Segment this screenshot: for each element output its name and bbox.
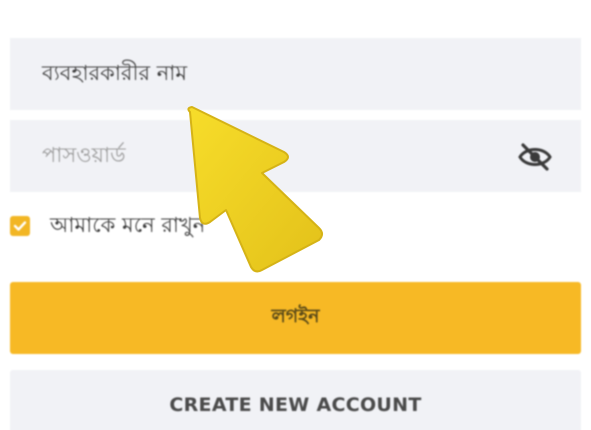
create-account-label: CREATE NEW ACCOUNT <box>169 394 422 416</box>
check-icon <box>13 221 27 231</box>
login-screen: ব্যবহারকারীর নাম পাসওয়ার্ড আমাকে মনে রা… <box>0 0 591 430</box>
remember-me-row[interactable]: আমাকে মনে রাখুন <box>10 208 205 244</box>
remember-me-label: আমাকে মনে রাখুন <box>50 212 206 237</box>
eye-slash-icon[interactable] <box>517 142 553 172</box>
password-placeholder: পাসওয়ার্ড <box>42 142 126 167</box>
login-button-label: লগইন <box>271 305 320 327</box>
login-button[interactable]: লগইন <box>10 282 581 354</box>
username-field[interactable]: ব্যবহারকারীর নাম <box>10 38 581 110</box>
remember-me-checkbox[interactable] <box>10 216 30 236</box>
create-account-button[interactable]: CREATE NEW ACCOUNT <box>10 370 581 430</box>
password-field[interactable]: পাসওয়ার্ড <box>10 120 581 192</box>
username-value: ব্যবহারকারীর নাম <box>42 60 187 85</box>
